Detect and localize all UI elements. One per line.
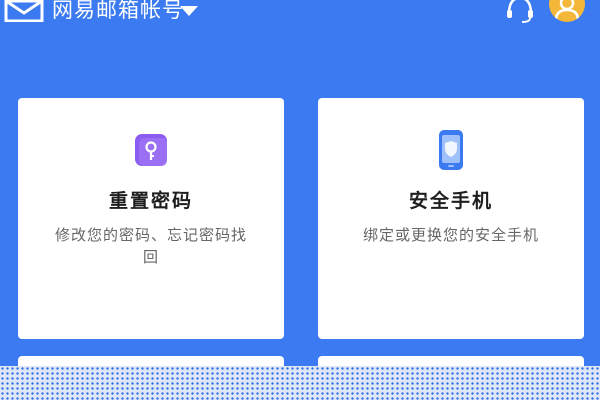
card-title: 重置密码	[108, 190, 193, 212]
security-phone-card[interactable]: 安全手机 绑定或更换您的安全手机	[318, 98, 584, 339]
card-description: 修改您的密码、忘记密码找回	[54, 226, 247, 266]
reset-password-card[interactable]: 重置密码 修改您的密码、忘记密码找回	[18, 98, 284, 339]
card-title: 安全手机	[408, 190, 493, 212]
account-switcher-title[interactable]: 网易邮箱帐号	[52, 0, 184, 24]
card-description: 绑定或更换您的安全手机	[362, 226, 539, 244]
headset-icon[interactable]	[502, 0, 538, 24]
mail-icon	[4, 0, 44, 22]
user-icon	[554, 0, 580, 21]
header-bar: 网易邮箱帐号	[0, 0, 600, 30]
phone-shield-icon	[439, 130, 463, 170]
halftone-overlay	[0, 366, 600, 400]
avatar[interactable]	[549, 0, 585, 22]
chevron-down-icon[interactable]	[178, 5, 200, 17]
key-icon	[135, 134, 167, 166]
